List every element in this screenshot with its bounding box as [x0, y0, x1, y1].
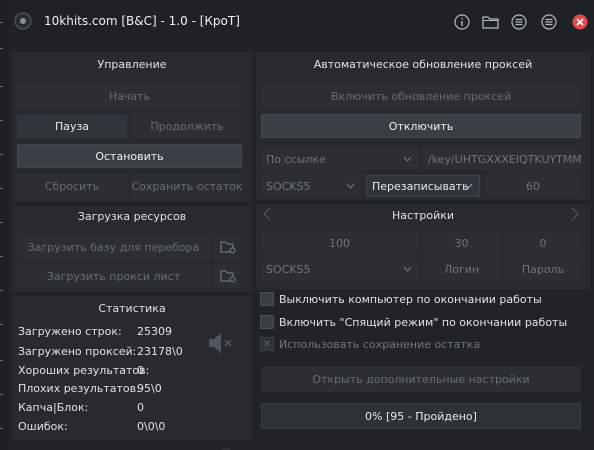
proxy-url-input[interactable]: /key/UHTGXXXEIQTKUYTMMZIYC: [423, 148, 581, 170]
stat-label-captcha: Капча|Блок:: [18, 401, 89, 414]
chevron-down-icon: [464, 183, 473, 189]
resume-button[interactable]: Продолжить: [132, 114, 242, 138]
pause-button[interactable]: Пауза: [17, 114, 127, 138]
stat-value-errors: 0\0\0: [137, 420, 166, 433]
enable-proxy-update-button[interactable]: Включить обновление проксей: [261, 84, 581, 108]
save-rest-checkbox[interactable]: ✕: [260, 337, 274, 351]
resize-grip[interactable]: [212, 443, 240, 450]
stats-header: Статистика: [98, 302, 166, 315]
progress-bar: 0% [95 - Пройдено]: [261, 403, 581, 429]
chevron-right-icon[interactable]: [570, 207, 584, 221]
stop-button[interactable]: Остановить: [17, 144, 242, 168]
chevron-down-icon: [403, 266, 412, 272]
update-interval-input[interactable]: 60: [485, 175, 581, 197]
list-icon[interactable]: [510, 13, 528, 31]
resources-header: Загрузка ресурсов: [77, 210, 187, 223]
save-rest-label: Использовать сохранение остатка: [279, 338, 481, 351]
proxy-password-input[interactable]: Пароль: [505, 258, 581, 280]
sleep-label: Включить "Спящий режим" по окончании раб…: [279, 316, 568, 329]
stat-label-proxies: Загружено проксей:: [18, 345, 137, 358]
stat-label-errors: Ошибок:: [18, 420, 68, 433]
stat-value-bad: 95\0: [137, 382, 162, 395]
background-window-strip: [0, 0, 8, 450]
autoproxy-header: Автоматическое обновление проксей: [313, 58, 533, 71]
stat-label-lines: Загружено строк:: [18, 325, 122, 338]
settings-proxy-type-value: SOCKS5: [266, 262, 311, 276]
progress-text: 0% [95 - Пройдено]: [365, 409, 477, 423]
stat-value-proxies: 23178\0: [137, 345, 183, 358]
load-base-button[interactable]: Загрузить базу для перебора: [17, 235, 210, 259]
proxy-url-value: /key/UHTGXXXEIQTKUYTMMZIYC: [428, 152, 581, 166]
info-icon[interactable]: [453, 13, 471, 31]
settings-proxy-type-select[interactable]: SOCKS5: [261, 258, 418, 280]
load-proxy-folder-icon[interactable]: [213, 264, 242, 288]
proxy-type-select[interactable]: SOCKS5: [261, 175, 361, 197]
proxy-source-select[interactable]: По ссылке: [261, 148, 418, 170]
menu-icon[interactable]: [540, 13, 558, 31]
load-base-folder-icon[interactable]: [213, 235, 242, 259]
proxy-source-value: По ссылке: [266, 152, 326, 166]
stat-value-lines: 25309: [137, 325, 172, 338]
close-icon[interactable]: [571, 13, 589, 31]
shutdown-label: Выключить компьютер по окончании работы: [279, 293, 542, 306]
write-mode-select[interactable]: Перезаписывать: [366, 175, 480, 197]
window-title: 10khits.com [B&C] - 1.0 - [КроТ]: [44, 14, 240, 28]
stat-value-captcha: 0: [137, 401, 144, 414]
chevron-down-icon: [403, 156, 412, 162]
retries-input[interactable]: 0: [505, 232, 581, 254]
load-proxy-button[interactable]: Загрузить прокси лист: [17, 264, 210, 288]
shutdown-checkbox[interactable]: [260, 292, 274, 306]
proxy-type-value: SOCKS5: [266, 179, 311, 193]
timeout-input[interactable]: 30: [423, 232, 500, 254]
reset-button[interactable]: Сбросить: [17, 174, 127, 198]
stat-label-bad: Плохих результатов:: [18, 382, 140, 395]
proxy-login-input[interactable]: Логин: [423, 258, 500, 280]
app-window: 10khits.com [B&C] - 1.0 - [КроТ] Управле…: [8, 0, 594, 450]
app-logo-icon: [14, 12, 32, 30]
folder-icon[interactable]: [481, 13, 499, 31]
advanced-settings-button[interactable]: Открыть дополнительные настройки: [261, 366, 581, 392]
chevron-down-icon: [346, 183, 355, 189]
control-header: Управление: [97, 58, 167, 71]
threads-input[interactable]: 100: [261, 232, 418, 254]
sound-muted-icon[interactable]: [206, 330, 236, 356]
start-button[interactable]: Начать: [17, 84, 242, 108]
stat-label-good: Хороших результатов:: [18, 364, 150, 377]
settings-header: Настройки: [391, 209, 455, 222]
title-bar[interactable]: 10khits.com [B&C] - 1.0 - [КроТ]: [8, 0, 594, 44]
disable-proxy-update-button[interactable]: Отключить: [261, 114, 581, 138]
sleep-checkbox[interactable]: [260, 315, 274, 329]
stat-value-good: 0: [137, 364, 144, 377]
save-rest-button[interactable]: Сохранить остаток: [131, 174, 243, 198]
write-mode-value: Перезаписывать: [372, 179, 469, 193]
